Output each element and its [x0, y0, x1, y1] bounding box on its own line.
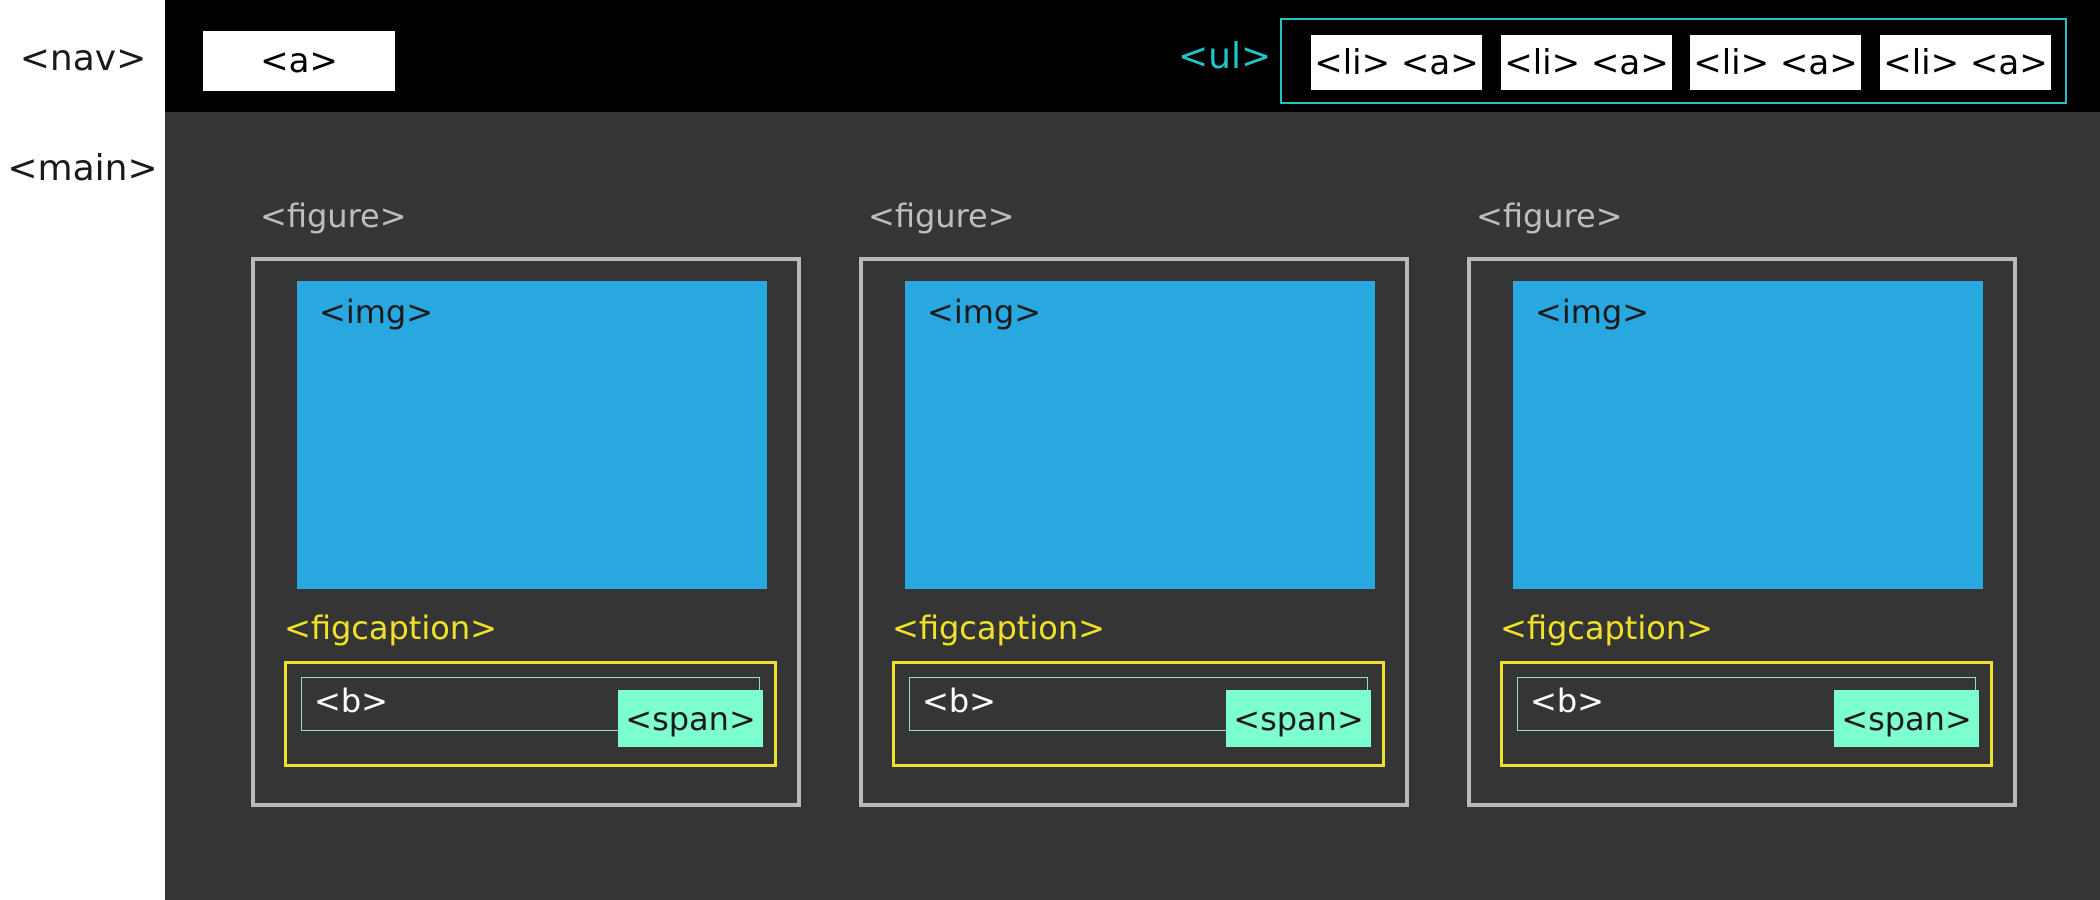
main-area: <figure> <img> <figcaption> <b> <span> <…: [165, 112, 2100, 900]
span-element: <span>: [1226, 690, 1371, 747]
figcaption-box: <b> <span>: [1500, 661, 1993, 767]
figure-box: <img> <figcaption> <b> <span>: [859, 257, 1409, 807]
brand-link[interactable]: <a>: [203, 31, 395, 91]
nav-item-2[interactable]: <li> <a>: [1501, 35, 1672, 90]
figure-box: <img> <figcaption> <b> <span>: [1467, 257, 2017, 807]
nav-element-label: <nav>: [19, 38, 147, 79]
figcaption-label: <figcaption>: [892, 609, 1105, 647]
nav-list: <li> <a> <li> <a> <li> <a> <li> <a>: [1280, 18, 2067, 104]
figure-label: <figure>: [868, 197, 1015, 235]
img-label: <img>: [319, 293, 433, 331]
nav-item-3[interactable]: <li> <a>: [1690, 35, 1861, 90]
bold-element-label: <b>: [1530, 682, 1604, 720]
figure-label: <figure>: [260, 197, 407, 235]
nav-item-1[interactable]: <li> <a>: [1311, 35, 1482, 90]
bold-element-label: <b>: [922, 682, 996, 720]
span-element: <span>: [618, 690, 763, 747]
img-label: <img>: [927, 293, 1041, 331]
bold-element-label: <b>: [314, 682, 388, 720]
ul-label: <ul>: [1178, 36, 1272, 77]
figcaption-box: <b> <span>: [284, 661, 777, 767]
image-placeholder: <img>: [297, 281, 767, 589]
image-placeholder: <img>: [905, 281, 1375, 589]
img-label: <img>: [1535, 293, 1649, 331]
figure-label: <figure>: [1476, 197, 1623, 235]
span-element: <span>: [1834, 690, 1979, 747]
nav-item-4[interactable]: <li> <a>: [1880, 35, 2051, 90]
figure-box: <img> <figcaption> <b> <span>: [251, 257, 801, 807]
figcaption-box: <b> <span>: [892, 661, 1385, 767]
image-placeholder: <img>: [1513, 281, 1983, 589]
figcaption-label: <figcaption>: [1500, 609, 1713, 647]
figcaption-label: <figcaption>: [284, 609, 497, 647]
main-element-label: <main>: [7, 148, 158, 189]
nav-bar: <a> <ul> <li> <a> <li> <a> <li> <a> <li>…: [165, 0, 2100, 112]
